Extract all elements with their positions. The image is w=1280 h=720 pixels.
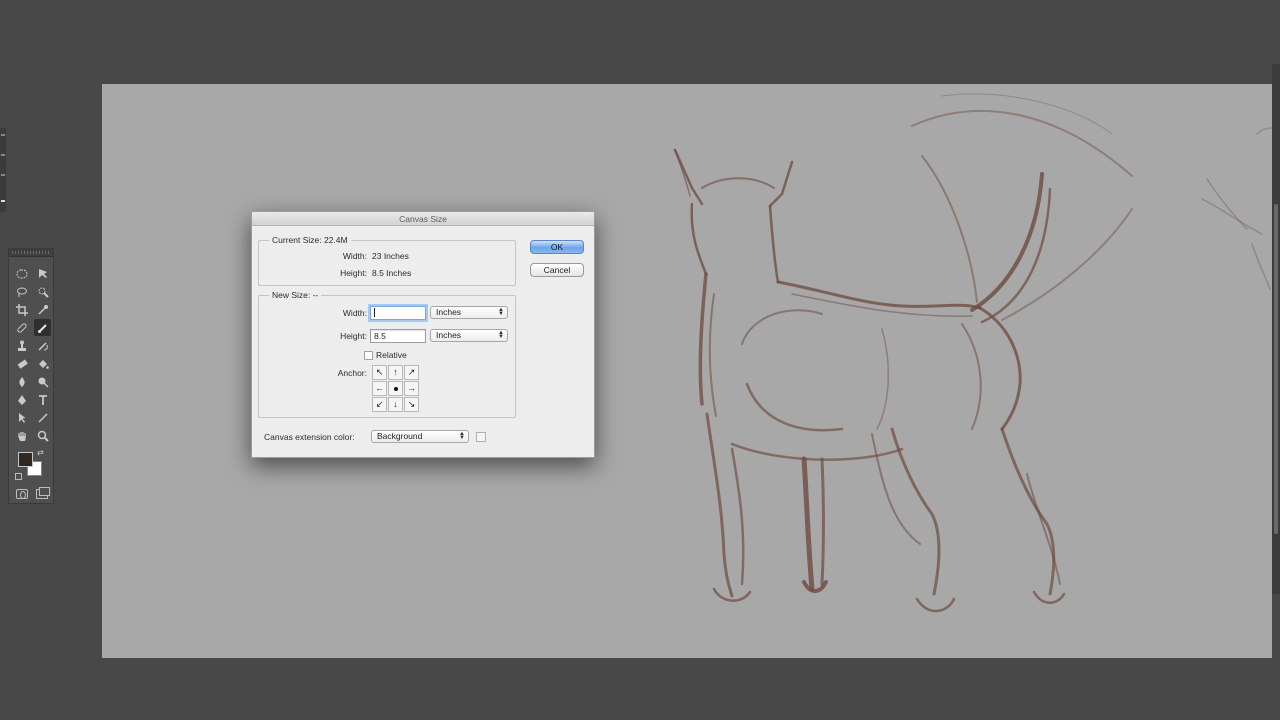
type-icon[interactable] xyxy=(34,391,51,408)
arrow-up-left-icon: ↖ xyxy=(375,367,384,377)
anchor-bottom-center[interactable]: ↓ xyxy=(388,397,403,412)
panel-strip-tick xyxy=(1,200,5,202)
paint-bucket-icon[interactable] xyxy=(34,355,51,372)
dialog-title[interactable]: Canvas Size xyxy=(252,212,594,226)
healing-icon[interactable] xyxy=(13,319,30,336)
collapsed-panel-strip[interactable] xyxy=(0,128,6,212)
anchor-top-center[interactable]: ↑ xyxy=(388,365,403,380)
anchor-label: Anchor: xyxy=(337,368,367,378)
panel-strip-tick xyxy=(1,174,5,176)
arrow-right-icon: → xyxy=(407,383,416,393)
arrow-up-icon: ↑ xyxy=(393,367,398,377)
arrow-left-icon: ← xyxy=(375,383,384,393)
vertical-scrollbar[interactable] xyxy=(1272,64,1280,594)
anchor-bottom-left[interactable]: ↙ xyxy=(372,397,387,412)
new-width-unit-value: Inches xyxy=(436,307,462,317)
new-size-title: New Size: -- xyxy=(269,290,322,300)
screen-mode-icon[interactable] xyxy=(36,487,50,499)
new-width-unit-select[interactable]: Inches ▲ ▼ xyxy=(430,306,508,319)
anchor-middle-left[interactable]: ← xyxy=(372,381,387,396)
workspace: ⇄ Canvas Size Current Size: 22.4M Width:… xyxy=(0,0,1280,720)
arrow-down-right-icon: ↘ xyxy=(407,399,416,409)
new-height-unit-select[interactable]: Inches ▲ ▼ xyxy=(430,329,508,342)
text-caret xyxy=(374,308,375,317)
zoom-icon[interactable] xyxy=(34,427,51,444)
current-size-title: Current Size: 22.4M xyxy=(269,235,351,245)
new-width-label: Width: xyxy=(342,308,367,318)
lasso-icon[interactable] xyxy=(13,283,30,300)
quick-selection-icon[interactable] xyxy=(34,283,51,300)
canvas-size-dialog: Canvas Size Current Size: 22.4M Width: 2… xyxy=(251,211,595,458)
current-size-group: Current Size: 22.4M Width: 23 Inches Hei… xyxy=(258,235,516,286)
move-icon[interactable] xyxy=(34,265,51,282)
scrollbar-thumb[interactable] xyxy=(1274,204,1278,534)
grip-icon[interactable] xyxy=(12,251,50,254)
pen-icon[interactable] xyxy=(13,391,30,408)
new-height-value: 8.5 xyxy=(374,331,386,341)
arrow-up-right-icon: ↗ xyxy=(407,367,416,377)
history-brush-icon[interactable] xyxy=(34,337,51,354)
current-height-value: 8.5 Inches xyxy=(372,268,412,278)
crop-icon[interactable] xyxy=(13,301,30,318)
new-height-unit-value: Inches xyxy=(436,330,462,340)
ok-button[interactable]: OK xyxy=(530,240,584,254)
anchor-top-right[interactable]: ↗ xyxy=(404,365,419,380)
popup-arrows-icon: ▲ ▼ xyxy=(459,431,465,441)
cancel-button[interactable]: Cancel xyxy=(530,263,584,277)
new-height-input[interactable]: 8.5 xyxy=(370,329,426,343)
current-width-label: Width: xyxy=(342,251,367,261)
popup-arrows-icon: ▲ ▼ xyxy=(498,307,504,317)
default-colors-icon[interactable] xyxy=(15,473,22,480)
path-selection-icon[interactable] xyxy=(13,409,30,426)
current-height-label: Height: xyxy=(340,268,367,278)
blur-icon[interactable] xyxy=(13,373,30,390)
foreground-color-swatch[interactable] xyxy=(18,452,33,467)
marquee-icon[interactable] xyxy=(13,265,30,282)
stamp-icon[interactable] xyxy=(13,337,30,354)
popup-arrows-icon: ▲ ▼ xyxy=(498,330,504,340)
brush-icon[interactable] xyxy=(34,319,51,336)
extension-color-label: Canvas extension color: xyxy=(264,432,355,442)
hand-icon[interactable] xyxy=(13,427,30,444)
eraser-icon[interactable] xyxy=(13,355,30,372)
line-icon[interactable] xyxy=(34,409,51,426)
anchor-bottom-right[interactable]: ↘ xyxy=(404,397,419,412)
extension-color-swatch[interactable] xyxy=(476,432,486,442)
relative-checkbox[interactable] xyxy=(364,351,373,360)
tools-panel: ⇄ xyxy=(8,248,54,504)
quick-mask-icon[interactable] xyxy=(16,489,28,499)
eyedropper-icon[interactable] xyxy=(34,301,51,318)
new-height-label: Height: xyxy=(340,331,367,341)
arrow-down-icon: ↓ xyxy=(393,399,398,409)
anchor-top-left[interactable]: ↖ xyxy=(372,365,387,380)
arrow-down-left-icon: ↙ xyxy=(375,399,384,409)
current-width-value: 23 Inches xyxy=(372,251,409,261)
anchor-center[interactable] xyxy=(388,381,403,396)
dodge-icon[interactable] xyxy=(34,373,51,390)
anchor-grid: ↖ ↑ ↗ ← → ↙ ↓ ↘ xyxy=(372,365,419,412)
anchor-center-dot-icon xyxy=(393,386,398,391)
anchor-middle-right[interactable]: → xyxy=(404,381,419,396)
swap-colors-icon[interactable]: ⇄ xyxy=(37,449,44,457)
panel-strip-tick xyxy=(1,134,5,136)
extension-color-value: Background xyxy=(377,431,423,441)
new-width-input[interactable] xyxy=(370,306,426,320)
relative-label: Relative xyxy=(376,350,407,360)
panel-strip-tick xyxy=(1,154,5,156)
extension-color-select[interactable]: Background ▲ ▼ xyxy=(371,430,469,443)
tools-panel-header[interactable] xyxy=(9,249,53,257)
